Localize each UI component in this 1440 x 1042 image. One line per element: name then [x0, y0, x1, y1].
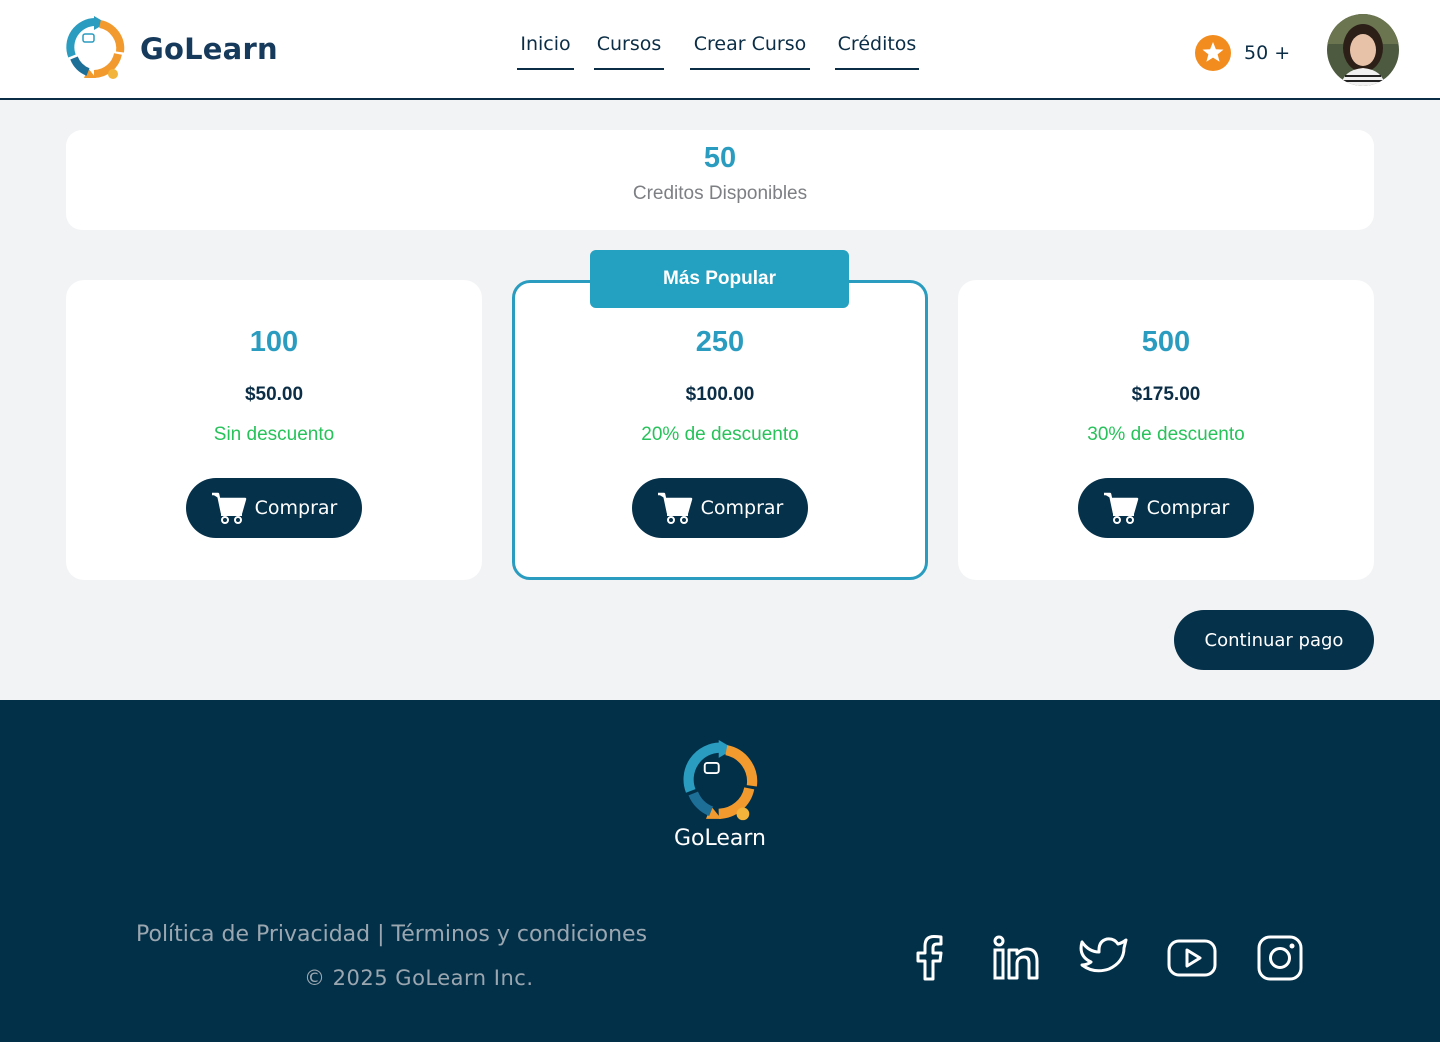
buy-button-500[interactable]: Comprar — [1078, 478, 1254, 538]
available-credits-value: 50 — [703, 142, 737, 174]
package-card-500: 500 $175.00 30% de descuento Comprar — [958, 280, 1374, 580]
available-credits-label: Creditos Disponibles — [632, 183, 808, 204]
package-discount: 20% de descuento — [641, 424, 799, 445]
privacy-policy-link[interactable]: Política de Privacidad — [136, 922, 370, 947]
available-credits-panel: 50 Creditos Disponibles — [66, 130, 1374, 230]
package-credits: 500 — [1141, 326, 1191, 358]
nav-cursos[interactable]: Cursos — [594, 30, 664, 70]
footer: GoLearn Política de Privacidad | Término… — [0, 700, 1440, 1042]
package-discount: Sin descuento — [213, 424, 335, 445]
buy-button-label: Comprar — [700, 497, 784, 519]
nav-crear-curso[interactable]: Crear Curso — [690, 30, 810, 70]
star-icon — [1195, 35, 1231, 71]
golearn-logo-icon — [683, 740, 758, 821]
package-price: $100.00 — [685, 384, 755, 405]
nav-inicio[interactable]: Inicio — [517, 30, 574, 70]
youtube-icon[interactable] — [1167, 933, 1217, 983]
nav-creditos[interactable]: Créditos — [835, 30, 919, 70]
cart-icon — [211, 492, 246, 524]
linkedin-icon[interactable] — [991, 933, 1041, 983]
top-navbar: GoLearn Inicio Cursos Crear Curso Crédit… — [0, 0, 1440, 100]
buy-button-250[interactable]: Comprar — [632, 478, 808, 538]
package-card-250: 250 $100.00 20% de descuento Comprar — [512, 280, 928, 580]
footer-link-separator: | — [370, 922, 392, 947]
facebook-icon[interactable] — [904, 933, 954, 983]
instagram-icon[interactable] — [1255, 933, 1305, 983]
package-price: $50.00 — [244, 384, 304, 405]
credits-count: 50 + — [1244, 42, 1291, 64]
credits-badge[interactable]: 50 + — [1195, 35, 1290, 71]
buy-button-label: Comprar — [254, 497, 338, 519]
continue-payment-button[interactable]: Continuar pago — [1174, 610, 1374, 670]
package-credits: 100 — [249, 326, 299, 358]
terms-link[interactable]: Términos y condiciones — [392, 922, 648, 947]
footer-brand: GoLearn — [620, 740, 820, 851]
buy-button-100[interactable]: Comprar — [186, 478, 362, 538]
package-discount: 30% de descuento — [1087, 424, 1245, 445]
package-card-100: 100 $50.00 Sin descuento Comprar — [66, 280, 482, 580]
user-avatar[interactable] — [1327, 14, 1399, 86]
cart-icon — [657, 492, 692, 524]
cart-icon — [1103, 492, 1138, 524]
package-price: $175.00 — [1131, 384, 1201, 405]
package-credits: 250 — [695, 326, 745, 358]
buy-button-label: Comprar — [1146, 497, 1230, 519]
copyright-text: © 2025 GoLearn Inc. — [304, 966, 534, 990]
most-popular-tag: Más Popular — [590, 250, 849, 308]
twitter-icon[interactable] — [1079, 933, 1129, 983]
footer-brand-name: GoLearn — [674, 826, 766, 851]
footer-links: Política de Privacidad | Términos y cond… — [136, 922, 647, 947]
